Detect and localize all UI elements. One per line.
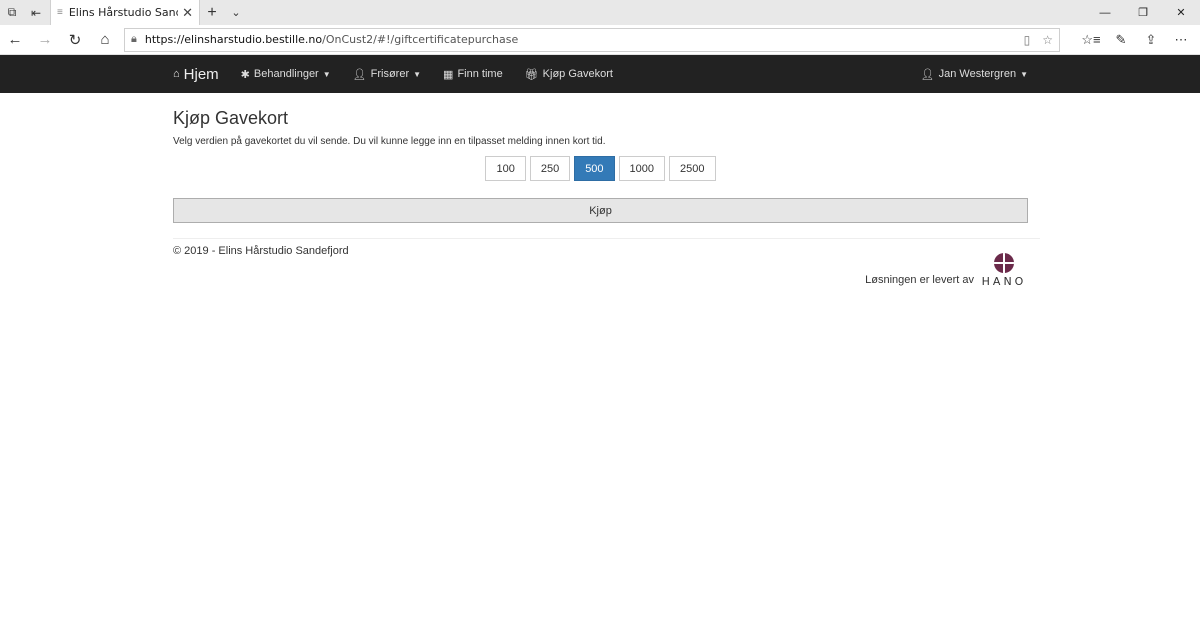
buy-button[interactable]: Kjøp [173, 198, 1028, 223]
site-navbar: ⌂ Hjem ✱ Behandlinger ▼ 👤︎ Frisører ▼ ▦ … [0, 55, 1200, 93]
browser-address-bar: ← → ↻ ⌂ 🔒︎ https://elinsharstudio.bestil… [0, 25, 1200, 55]
restore-icon[interactable]: ❐ [1124, 0, 1162, 25]
url-host: https://elinsharstudio.bestille.no [144, 33, 323, 46]
provider-credit: Løsningen er levert av HANO [865, 253, 1028, 288]
value-selector: 100 250 500 1000 2500 [173, 156, 1028, 181]
tab-list-chevron-icon[interactable]: ⌄ [224, 6, 248, 19]
url-path: /OnCust2/#!/giftcertificatepurchase [322, 33, 519, 46]
window-controls: — ❐ ✕ [1086, 0, 1200, 25]
footer-divider [173, 238, 1040, 239]
lock-icon: 🔒︎ [131, 33, 137, 45]
caret-down-icon: ▼ [1020, 69, 1028, 79]
nav-item-frisorer[interactable]: 👤︎ Frisører ▼ [353, 68, 421, 81]
nav-label: Finn time [457, 68, 503, 80]
home-icon[interactable]: ⌂ [90, 25, 120, 55]
caret-down-icon: ▼ [413, 69, 422, 79]
new-tab-button[interactable]: + [200, 4, 224, 22]
asterisk-icon: ✱ [240, 68, 250, 81]
home-label: Hjem [183, 65, 219, 83]
calendar-icon: ▦ [443, 68, 454, 81]
value-button-1000[interactable]: 1000 [618, 156, 666, 181]
forward-icon[interactable]: → [30, 25, 60, 55]
hano-logo[interactable]: HANO [980, 253, 1028, 288]
user-menu[interactable]: 👤︎ Jan Westergren ▼ [921, 68, 1028, 81]
favorites-list-icon[interactable]: ☆≡ [1076, 32, 1106, 48]
nav-label: Kjøp Gavekort [542, 68, 613, 80]
main-content: Kjøp Gavekort Velg verdien på gavekortet… [173, 108, 1040, 295]
nav-item-behandlinger[interactable]: ✱ Behandlinger ▼ [241, 68, 331, 81]
minimize-icon[interactable]: — [1086, 0, 1124, 25]
nav-label: Behandlinger [253, 68, 319, 80]
footer: © 2019 - Elins Hårstudio Sandefjord Løsn… [173, 245, 1028, 295]
pen-icon[interactable]: ✎ [1106, 32, 1136, 48]
back-icon[interactable]: ← [0, 25, 30, 55]
more-icon[interactable]: ⋯ [1166, 32, 1196, 48]
refresh-icon[interactable]: ↻ [60, 25, 90, 55]
url-text: https://elinsharstudio.bestille.no/OnCus… [145, 33, 1012, 46]
close-tab-icon[interactable]: ✕ [182, 5, 193, 21]
nav-label: Frisører [370, 68, 410, 80]
user-icon: 👤︎ [920, 68, 935, 81]
tab-overview-icon[interactable]: ⧉ [0, 0, 24, 25]
home-link[interactable]: ⌂ Hjem [173, 66, 219, 83]
browser-tab[interactable]: ≡ Elins Hårstudio Sandefjc ✕ [50, 0, 200, 25]
gift-icon: 🎁︎ [524, 68, 539, 81]
share-icon[interactable]: ⇪ [1136, 32, 1166, 48]
provider-text: Løsningen er levert av [865, 274, 974, 286]
value-button-100[interactable]: 100 [485, 156, 526, 181]
page-title: Kjøp Gavekort [173, 108, 289, 128]
value-button-2500[interactable]: 2500 [669, 156, 716, 181]
hano-logo-text: HANO [981, 275, 1027, 288]
user-plus-icon: 👤︎ [352, 68, 367, 81]
browser-tab-bar: ⧉ ⇤ ≡ Elins Hårstudio Sandefjc ✕ + ⌄ — ❐… [0, 0, 1200, 25]
reading-view-icon[interactable]: ▯ [1024, 33, 1031, 47]
value-button-250[interactable]: 250 [529, 156, 571, 181]
nav-item-finn-time[interactable]: ▦ Finn time [443, 68, 503, 81]
set-aside-tabs-icon[interactable]: ⇤ [24, 0, 48, 25]
home-icon: ⌂ [173, 68, 180, 80]
url-input[interactable]: 🔒︎ https://elinsharstudio.bestille.no/On… [124, 27, 1060, 52]
page-description: Velg verdien på gavekortet du vil sende.… [173, 136, 606, 147]
favorite-star-icon[interactable]: ☆ [1042, 33, 1053, 47]
tab-title: Elins Hårstudio Sandefjc [68, 6, 178, 19]
user-name: Jan Westergren [938, 68, 1017, 80]
caret-down-icon: ▼ [322, 69, 331, 79]
hano-logo-mark-icon [994, 253, 1014, 273]
close-window-icon[interactable]: ✕ [1162, 0, 1200, 25]
value-button-500[interactable]: 500 [574, 156, 615, 181]
page-favicon-icon: ≡ [57, 7, 63, 18]
nav-item-kjop-gavekort[interactable]: 🎁︎ Kjøp Gavekort [525, 68, 613, 81]
